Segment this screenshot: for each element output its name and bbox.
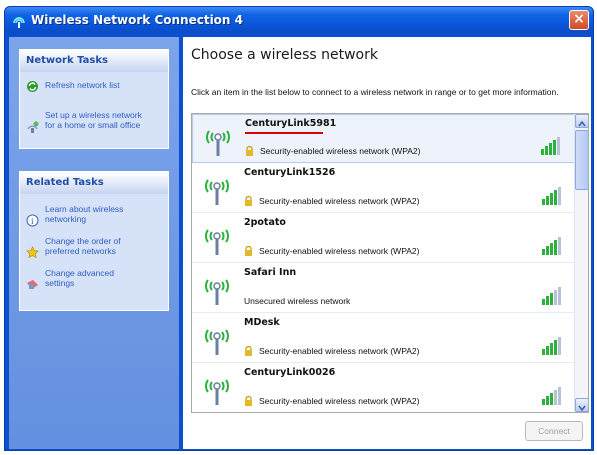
network-name: MDesk (244, 317, 280, 328)
network-security-label: Security-enabled wireless network (WPA2) (260, 146, 421, 156)
network-name: 2potato (244, 217, 286, 228)
wireless-antenna-icon (206, 130, 230, 156)
close-button[interactable]: × (569, 10, 589, 30)
network-name: CenturyLink0026 (244, 367, 336, 378)
side-pane: Network Tasks Refresh network list Set u… (9, 37, 179, 449)
network-item-centurylink5981[interactable]: CenturyLink5981 Security-enabled wireles… (192, 114, 576, 163)
title-bar[interactable]: Wireless Network Connection 4 × (5, 7, 593, 33)
signal-strength-icon (541, 137, 560, 155)
scroll-up-button[interactable] (575, 114, 588, 128)
change-advanced-settings-label: Change advanced settings (45, 268, 115, 288)
network-list-scrollbar[interactable] (574, 114, 588, 412)
page-title: Choose a wireless network (191, 47, 378, 63)
signal-strength-icon (542, 287, 561, 305)
network-security: Security-enabled wireless network (WPA2) (245, 145, 421, 156)
network-security-label: Security-enabled wireless network (WPA2) (259, 396, 420, 406)
lock-icon (244, 345, 253, 356)
network-item-centurylink1526[interactable]: CenturyLink1526 Security-enabled wireles… (192, 164, 576, 213)
learn-about-wireless-label: Learn about wireless networking (45, 204, 124, 224)
lock-icon (245, 145, 254, 156)
network-tasks-panel: Network Tasks Refresh network list Set u… (19, 49, 169, 149)
signal-strength-icon (542, 337, 561, 355)
network-security: Security-enabled wireless network (WPA2) (244, 195, 420, 206)
network-security: Security-enabled wireless network (WPA2) (244, 345, 420, 356)
network-security: Security-enabled wireless network (WPA2) (244, 245, 420, 256)
network-security-label: Security-enabled wireless network (WPA2) (259, 196, 420, 206)
chevron-down-icon (578, 405, 586, 412)
network-name: Safari Inn (244, 267, 297, 278)
network-item-centurylink0026[interactable]: CenturyLink0026 Security-enabled wireles… (192, 364, 576, 412)
wireless-antenna-icon (205, 179, 229, 205)
setup-wireless-network-label: Set up a wireless network for a home or … (45, 110, 142, 130)
star-icon (26, 236, 39, 259)
close-icon: × (573, 11, 585, 27)
signal-strength-icon (542, 237, 561, 255)
setup-wireless-network-link[interactable]: Set up a wireless network for a home or … (20, 110, 168, 133)
network-name: CenturyLink5981 (245, 118, 337, 129)
wireless-antenna-icon (205, 229, 229, 255)
wireless-antenna-icon (205, 329, 229, 355)
selection-underline (245, 132, 323, 134)
scroll-thumb[interactable] (575, 130, 588, 190)
lock-icon (244, 395, 253, 406)
svg-text:i: i (31, 217, 34, 226)
refresh-network-list-label: Refresh network list (45, 80, 120, 90)
instructions-text: Click an item in the list below to conne… (191, 87, 559, 97)
network-name: CenturyLink1526 (244, 167, 336, 178)
network-security-label: Unsecured wireless network (244, 296, 351, 306)
signal-strength-icon (542, 187, 561, 205)
setup-network-icon (26, 110, 39, 133)
network-security: Unsecured wireless network (244, 296, 350, 306)
lock-icon (244, 245, 253, 256)
related-tasks-header: Related Tasks (20, 172, 168, 194)
network-security-label: Security-enabled wireless network (WPA2) (259, 246, 420, 256)
window-title: Wireless Network Connection 4 (31, 13, 243, 27)
signal-strength-icon (542, 387, 561, 405)
network-security: Security-enabled wireless network (WPA2) (244, 395, 420, 406)
refresh-network-list-link[interactable]: Refresh network list (20, 80, 168, 93)
related-tasks-panel: Related Tasks i Learn about wireless net… (19, 171, 169, 311)
scroll-down-button[interactable] (575, 398, 588, 412)
network-item-mdesk[interactable]: MDesk Security-enabled wireless network … (192, 314, 576, 363)
connect-button[interactable]: Connect (525, 421, 583, 441)
wireless-network-window: Wireless Network Connection 4 × Network … (4, 6, 594, 451)
network-item-safari-inn[interactable]: Safari Inn Unsecured wireless network (192, 264, 576, 313)
settings-icon (26, 268, 39, 289)
info-icon: i (26, 204, 39, 227)
refresh-icon (26, 80, 39, 93)
network-list[interactable]: CenturyLink5981 Security-enabled wireles… (191, 113, 589, 413)
chevron-up-icon (578, 120, 586, 127)
network-tasks-header: Network Tasks (20, 50, 168, 72)
main-pane: Choose a wireless network Click an item … (183, 37, 591, 449)
change-network-order-label: Change the order of preferred networks (45, 236, 121, 256)
wireless-antenna-icon (205, 279, 229, 305)
wireless-network-icon (11, 13, 27, 28)
wireless-antenna-icon (205, 379, 229, 405)
change-advanced-settings-link[interactable]: Change advanced settings (20, 268, 168, 289)
network-item-2potato[interactable]: 2potato Security-enabled wireless networ… (192, 214, 576, 263)
learn-about-wireless-link[interactable]: i Learn about wireless networking (20, 204, 168, 227)
lock-icon (244, 195, 253, 206)
network-security-label: Security-enabled wireless network (WPA2) (259, 346, 420, 356)
change-network-order-link[interactable]: Change the order of preferred networks (20, 236, 168, 259)
